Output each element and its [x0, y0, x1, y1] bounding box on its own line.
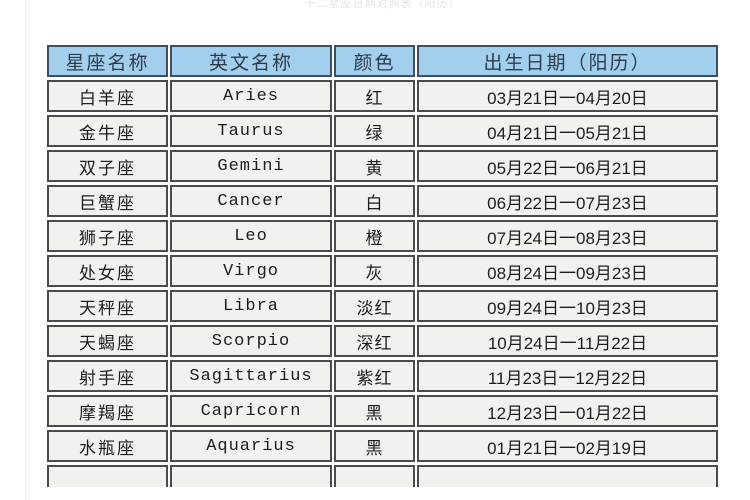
table-row: 处女座 Virgo 灰 08月24日一09月23日: [47, 255, 718, 287]
cell-clipped: [170, 465, 332, 487]
column-header-name: 星座名称: [47, 45, 168, 77]
scan-artifact-line: [25, 0, 26, 500]
table-row: 巨蟹座 Cancer 白 06月22日一07月23日: [47, 185, 718, 217]
cell-color: 黑: [334, 395, 415, 427]
cell-birth-date: 10月24日一11月22日: [417, 325, 718, 357]
table-row: 摩羯座 Capricorn 黑 12月23日一01月22日: [47, 395, 718, 427]
cell-color: 红: [334, 80, 415, 112]
cell-color: 黑: [334, 430, 415, 462]
cell-birth-date: 06月22日一07月23日: [417, 185, 718, 217]
cell-english-name: Scorpio: [170, 325, 332, 357]
cell-english-name: Libra: [170, 290, 332, 322]
cell-birth-date: 08月24日一09月23日: [417, 255, 718, 287]
cell-english-name: Leo: [170, 220, 332, 252]
table-row: 狮子座 Leo 橙 07月24日一08月23日: [47, 220, 718, 252]
cell-color: 黄: [334, 150, 415, 182]
cell-english-name: Capricorn: [170, 395, 332, 427]
column-header-english: 英文名称: [170, 45, 332, 77]
cell-birth-date: 01月21日一02月19日: [417, 430, 718, 462]
top-caption-text: 十二星座日期对照表（阳历）: [304, 0, 461, 9]
cell-zodiac-name: 天秤座: [47, 290, 168, 322]
table-row: 双子座 Gemini 黄 05月22日一06月21日: [47, 150, 718, 182]
cell-english-name: Virgo: [170, 255, 332, 287]
cell-color: 灰: [334, 255, 415, 287]
cell-zodiac-name: 摩羯座: [47, 395, 168, 427]
cell-english-name: Taurus: [170, 115, 332, 147]
cell-zodiac-name: 巨蟹座: [47, 185, 168, 217]
zodiac-table-container: 星座名称 英文名称 颜色 出生日期（阳历） 白羊座 Aries 红 03月21日一04…: [45, 42, 718, 490]
cell-birth-date: 12月23日一01月22日: [417, 395, 718, 427]
cell-color: 白: [334, 185, 415, 217]
cell-zodiac-name: 狮子座: [47, 220, 168, 252]
cell-clipped: [47, 465, 168, 487]
table-row: 天秤座 Libra 淡红 09月24日一10月23日: [47, 290, 718, 322]
cell-zodiac-name: 白羊座: [47, 80, 168, 112]
cell-zodiac-name: 处女座: [47, 255, 168, 287]
table-body: 白羊座 Aries 红 03月21日一04月20日 金牛座 Taurus 绿 04月21日一0…: [47, 80, 718, 487]
cell-clipped: [417, 465, 718, 487]
cell-color: 淡红: [334, 290, 415, 322]
table-row: 白羊座 Aries 红 03月21日一04月20日: [47, 80, 718, 112]
cell-english-name: Sagittarius: [170, 360, 332, 392]
cell-zodiac-name: 双子座: [47, 150, 168, 182]
cell-english-name: Cancer: [170, 185, 332, 217]
cell-birth-date: 11月23日一12月22日: [417, 360, 718, 392]
table-row-clipped: [47, 465, 718, 487]
table-row: 天蝎座 Scorpio 深红 10月24日一11月22日: [47, 325, 718, 357]
cell-color: 橙: [334, 220, 415, 252]
table-row: 金牛座 Taurus 绿 04月21日一05月21日: [47, 115, 718, 147]
cell-birth-date: 07月24日一08月23日: [417, 220, 718, 252]
cell-zodiac-name: 天蝎座: [47, 325, 168, 357]
cell-birth-date: 04月21日一05月21日: [417, 115, 718, 147]
table-row: 水瓶座 Aquarius 黑 01月21日一02月19日: [47, 430, 718, 462]
cell-english-name: Gemini: [170, 150, 332, 182]
zodiac-date-table: 星座名称 英文名称 颜色 出生日期（阳历） 白羊座 Aries 红 03月21日一04…: [45, 42, 720, 490]
cell-birth-date: 05月22日一06月21日: [417, 150, 718, 182]
table-row: 射手座 Sagittarius 紫红 11月23日一12月22日: [47, 360, 718, 392]
cell-zodiac-name: 水瓶座: [47, 430, 168, 462]
cell-color: 紫红: [334, 360, 415, 392]
cell-birth-date: 09月24日一10月23日: [417, 290, 718, 322]
cell-zodiac-name: 射手座: [47, 360, 168, 392]
table-header-row: 星座名称 英文名称 颜色 出生日期（阳历）: [47, 45, 718, 77]
column-header-color: 颜色: [334, 45, 415, 77]
cell-zodiac-name: 金牛座: [47, 115, 168, 147]
column-header-date: 出生日期（阳历）: [417, 45, 718, 77]
cell-clipped: [334, 465, 415, 487]
cell-english-name: Aries: [170, 80, 332, 112]
cell-english-name: Aquarius: [170, 430, 332, 462]
cell-birth-date: 03月21日一04月20日: [417, 80, 718, 112]
cell-color: 绿: [334, 115, 415, 147]
cell-color: 深红: [334, 325, 415, 357]
